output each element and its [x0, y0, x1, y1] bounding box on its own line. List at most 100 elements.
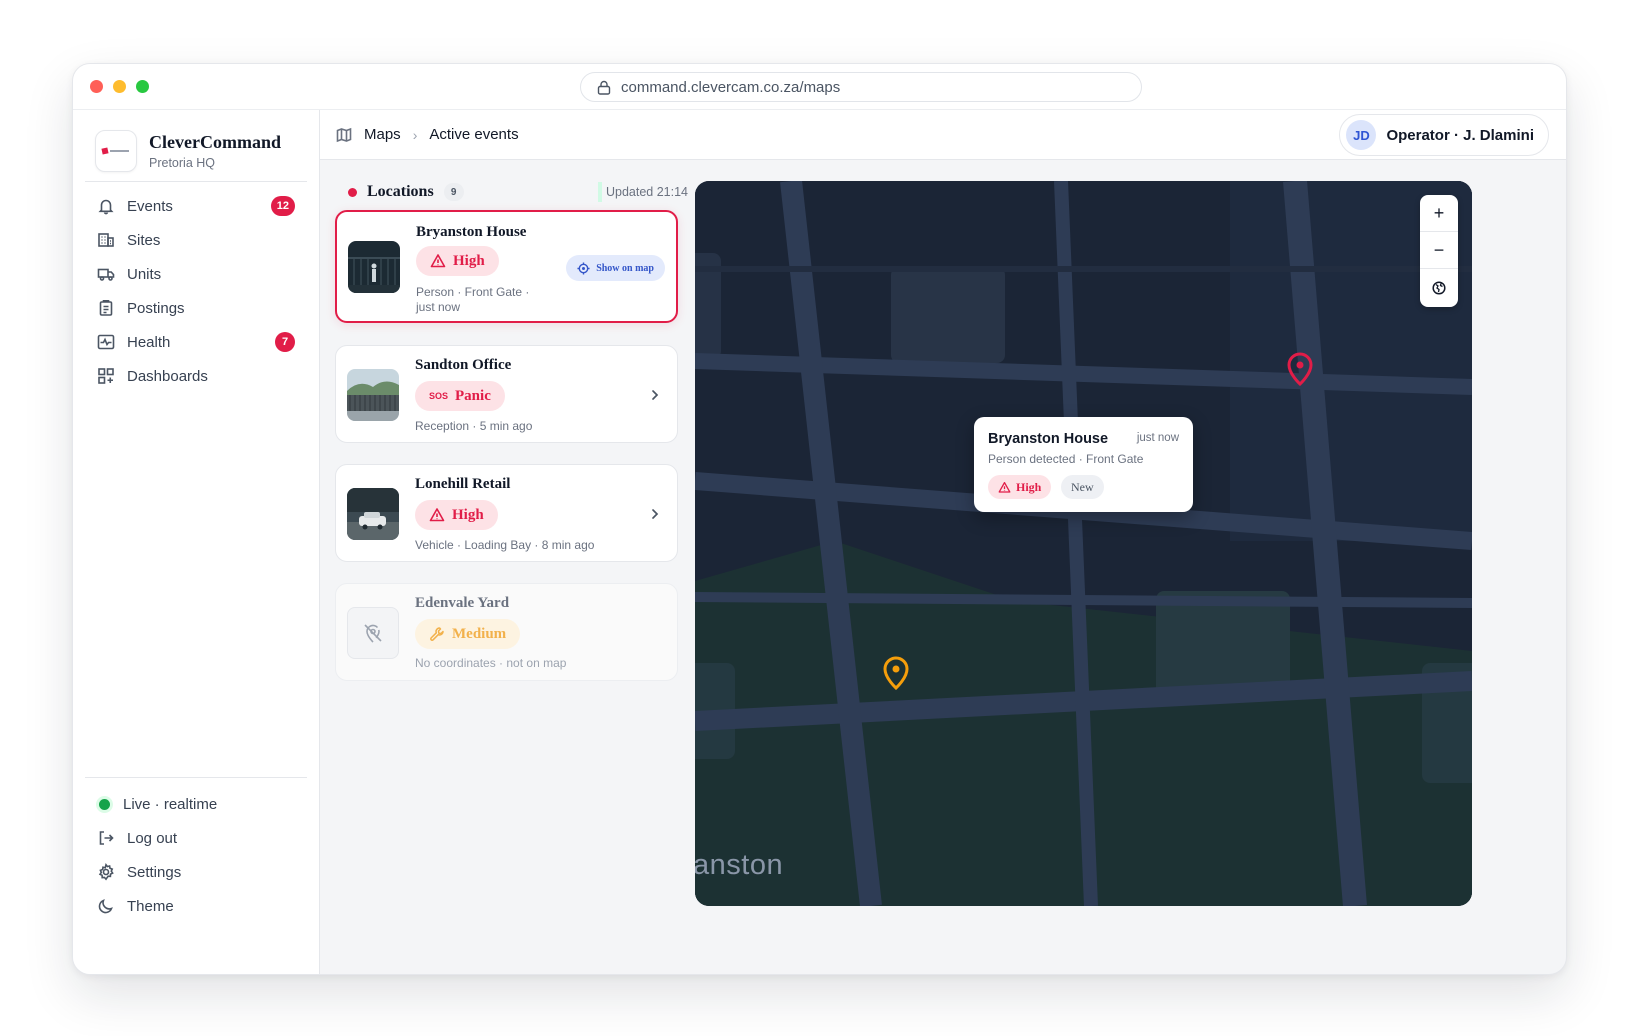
show-on-map-label: Show on map — [596, 262, 654, 274]
severity-label: Panic — [455, 387, 491, 404]
operator-name: Operator · J. Dlamini — [1386, 126, 1534, 144]
warning-triangle-icon — [430, 254, 446, 268]
location-meta: Person · Front Gate · just now — [416, 285, 529, 315]
popup-severity-badge: High — [988, 475, 1052, 499]
map-popup[interactable]: Bryanston House just now Person detected… — [974, 417, 1193, 512]
live-status-dot — [99, 798, 110, 810]
updated-timestamp: Updated 21:14 — [597, 182, 688, 202]
map-marker-medium[interactable] — [881, 654, 911, 690]
live-status-label: Live · realtime — [123, 795, 218, 813]
avatar: JD — [1346, 120, 1377, 150]
zoom-out-button[interactable]: − — [1420, 232, 1458, 269]
camera-thumbnail — [347, 369, 399, 421]
sidebar: CleverCommand Pretoria HQ Events 12 Site… — [73, 110, 320, 974]
location-off-icon — [364, 624, 382, 643]
address-bar[interactable]: command.clevercam.co.za/maps — [580, 72, 1142, 102]
sidebar-item-dashboards[interactable]: Dashboards — [85, 359, 307, 393]
operator-menu[interactable]: JD Operator · J. Dlamini — [1339, 114, 1549, 156]
popup-title: Bryanston House — [988, 431, 1109, 447]
map-controls: + − — [1420, 195, 1458, 307]
bell-icon — [98, 199, 114, 215]
globe-icon — [1432, 280, 1446, 295]
clipboard-icon — [99, 300, 113, 316]
sidebar-item-label: Units — [127, 265, 162, 283]
logout-button[interactable]: Log out — [85, 821, 307, 855]
location-card-lonehill-retail[interactable]: Lonehill Retail High Vehicle · Loading B… — [335, 464, 678, 562]
breadcrumb-maps[interactable]: Maps — [364, 126, 401, 143]
locations-header: Locations 9 Updated 21:14 — [348, 181, 688, 203]
chevron-right-icon — [652, 390, 659, 400]
wrench-icon — [430, 627, 444, 641]
theme-toggle[interactable]: Theme — [85, 889, 307, 923]
pulse-icon — [97, 334, 115, 350]
warning-triangle-icon — [429, 508, 445, 522]
locations-count-badge: 9 — [443, 183, 464, 201]
lock-icon — [597, 80, 611, 95]
browser-titlebar: command.clevercam.co.za/maps — [73, 64, 1566, 110]
health-count-badge: 7 — [275, 332, 295, 352]
severity-badge-high: High — [415, 500, 498, 530]
minimize-window-button[interactable] — [113, 80, 126, 93]
severity-label: High — [452, 506, 484, 523]
sidebar-item-label: Postings — [127, 299, 185, 317]
sidebar-divider — [85, 777, 307, 778]
no-location-thumbnail — [347, 607, 399, 659]
popup-detail: Person detected · Front Gate — [988, 452, 1144, 466]
map-tiles — [695, 181, 1472, 906]
severity-badge-medium: Medium — [415, 619, 521, 649]
brand-subtitle: Pretoria HQ — [149, 156, 215, 170]
location-name: Bryanston House — [416, 224, 527, 240]
sidebar-item-postings[interactable]: Postings — [85, 291, 307, 325]
camera-thumbnail — [348, 241, 400, 293]
chevron-right-icon: › — [412, 126, 418, 143]
camera-thumbnail — [347, 488, 399, 540]
location-card-edenvale-yard[interactable]: Edenvale Yard Medium No coordinates · no… — [335, 583, 678, 681]
location-name: Edenvale Yard — [415, 595, 510, 611]
location-card-sandton-office[interactable]: Sandton Office SOS Panic Reception · 5 m… — [335, 345, 678, 443]
locations-status-dot — [348, 187, 357, 197]
settings-button[interactable]: Settings — [85, 855, 307, 889]
sidebar-item-label: Health — [127, 333, 171, 351]
moon-icon — [98, 899, 113, 914]
gear-icon — [98, 863, 114, 881]
locations-title: Locations — [367, 183, 434, 200]
location-meta: Vehicle · Loading Bay · 8 min ago — [415, 538, 595, 552]
location-card-bryanston-house[interactable]: Bryanston House High Person · Front Gate… — [335, 210, 678, 323]
logout-icon — [99, 831, 114, 845]
zoom-in-button[interactable]: + — [1420, 195, 1458, 232]
globe-button[interactable] — [1420, 269, 1458, 306]
logout-label: Log out — [127, 829, 178, 847]
settings-label: Settings — [127, 863, 182, 881]
grid-icon — [98, 368, 114, 384]
sidebar-item-label: Sites — [127, 231, 161, 249]
sos-icon: SOS — [429, 391, 449, 401]
severity-badge-high: High — [416, 246, 499, 276]
sidebar-item-sites[interactable]: Sites — [85, 223, 307, 257]
map-view[interactable]: Bryanston House just now Person detected… — [695, 181, 1472, 906]
maximize-window-button[interactable] — [136, 80, 149, 93]
map-area-label: anston — [695, 849, 784, 881]
brand-title: CleverCommand — [149, 132, 281, 152]
brand[interactable]: CleverCommand Pretoria HQ — [95, 130, 281, 172]
sidebar-item-units[interactable]: Units — [85, 257, 307, 291]
breadcrumb: Maps › Active events — [336, 126, 519, 143]
warning-triangle-icon — [998, 481, 1011, 493]
severity-badge-panic: SOS Panic — [415, 381, 505, 411]
top-bar: Maps › Active events JD Operator · J. Dl… — [320, 110, 1566, 160]
popup-severity-label: High — [1016, 479, 1042, 494]
sidebar-item-health[interactable]: Health 7 — [85, 325, 307, 359]
location-meta-line: Person · Front Gate · — [416, 285, 530, 299]
map-icon — [336, 127, 352, 142]
location-meta: Reception · 5 min ago — [415, 419, 533, 433]
severity-label: Medium — [452, 625, 507, 642]
map-marker-high[interactable] — [1285, 350, 1315, 386]
brand-logo — [95, 130, 137, 172]
browser-window: command.clevercam.co.za/maps CleverComma… — [72, 63, 1567, 975]
close-window-button[interactable] — [90, 80, 103, 93]
live-status: Live · realtime — [85, 787, 307, 821]
location-meta-time: just now — [416, 300, 461, 314]
building-icon — [98, 233, 114, 247]
show-on-map-button[interactable]: Show on map — [566, 255, 665, 281]
location-name: Sandton Office — [415, 357, 512, 373]
sidebar-item-events[interactable]: Events 12 — [85, 189, 307, 223]
